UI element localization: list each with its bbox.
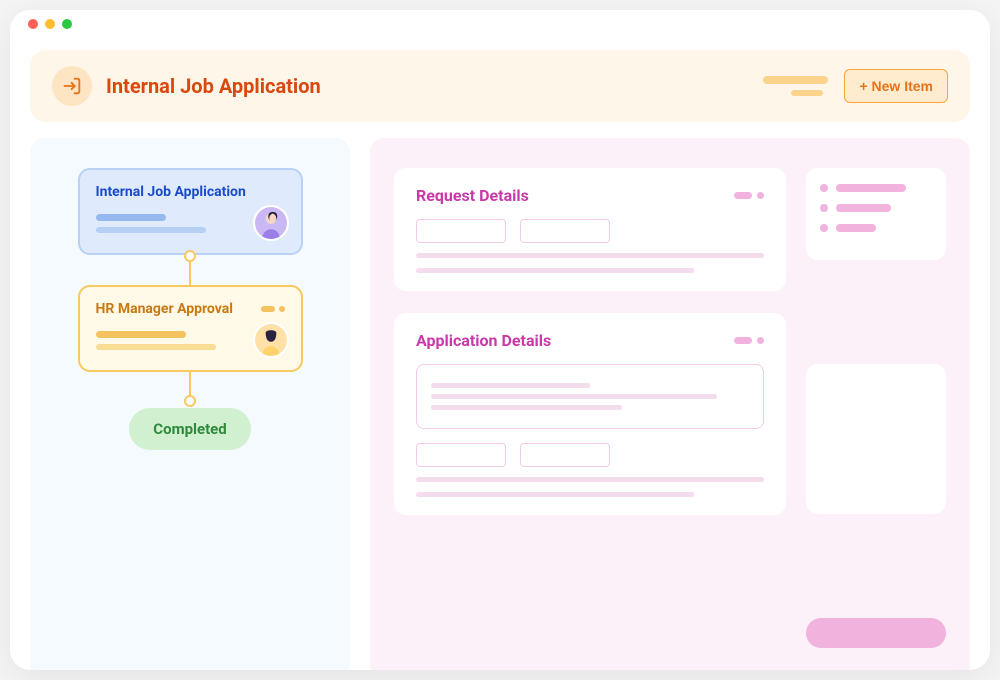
avatar <box>253 205 289 241</box>
card-title: Application Details <box>416 331 551 350</box>
input-placeholder[interactable] <box>520 443 610 467</box>
workflow-step-title: Internal Job Application <box>96 184 285 200</box>
window-minimize-icon[interactable] <box>45 19 55 29</box>
placeholder-line <box>416 492 694 497</box>
list-item <box>820 204 932 212</box>
page-title: Internal Job Application <box>106 74 321 98</box>
input-placeholder[interactable] <box>416 219 506 243</box>
workflow-step-hr-approval[interactable]: HR Manager Approval <box>78 285 303 372</box>
completed-badge: Completed <box>129 408 250 450</box>
placeholder-line <box>416 477 764 482</box>
avatar <box>253 322 289 358</box>
card-title: Request Details <box>416 186 529 205</box>
side-panel <box>806 168 946 648</box>
workflow-step-title: HR Manager Approval <box>96 301 233 317</box>
workflow-step-application[interactable]: Internal Job Application <box>78 168 303 255</box>
workflow-connector <box>189 372 191 402</box>
card-indicator <box>261 306 285 312</box>
app-window: Internal Job Application + New Item Inte… <box>10 10 990 670</box>
workflow-panel: Internal Job Application HR Manager Appr… <box>30 138 350 670</box>
card-indicator <box>734 337 764 344</box>
workflow-connector <box>189 255 191 285</box>
input-placeholder[interactable] <box>520 219 610 243</box>
workflow-enter-icon <box>52 66 92 106</box>
card-indicator <box>734 192 764 199</box>
list-item <box>820 184 932 192</box>
window-close-icon[interactable] <box>28 19 38 29</box>
details-panel: Request Details Application Details <box>370 138 970 670</box>
page-header: Internal Job Application + New Item <box>30 50 970 122</box>
new-item-button[interactable]: + New Item <box>844 69 948 103</box>
header-placeholder <box>763 76 828 96</box>
side-list-card <box>806 168 946 260</box>
placeholder-line <box>416 268 694 273</box>
window-titlebar <box>10 10 990 38</box>
textarea-placeholder[interactable] <box>416 364 764 429</box>
window-maximize-icon[interactable] <box>62 19 72 29</box>
side-preview-card <box>806 364 946 514</box>
placeholder-line <box>416 253 764 258</box>
side-action-button[interactable] <box>806 618 946 648</box>
application-details-card: Application Details <box>394 313 786 515</box>
list-item <box>820 224 932 232</box>
input-placeholder[interactable] <box>416 443 506 467</box>
request-details-card: Request Details <box>394 168 786 291</box>
